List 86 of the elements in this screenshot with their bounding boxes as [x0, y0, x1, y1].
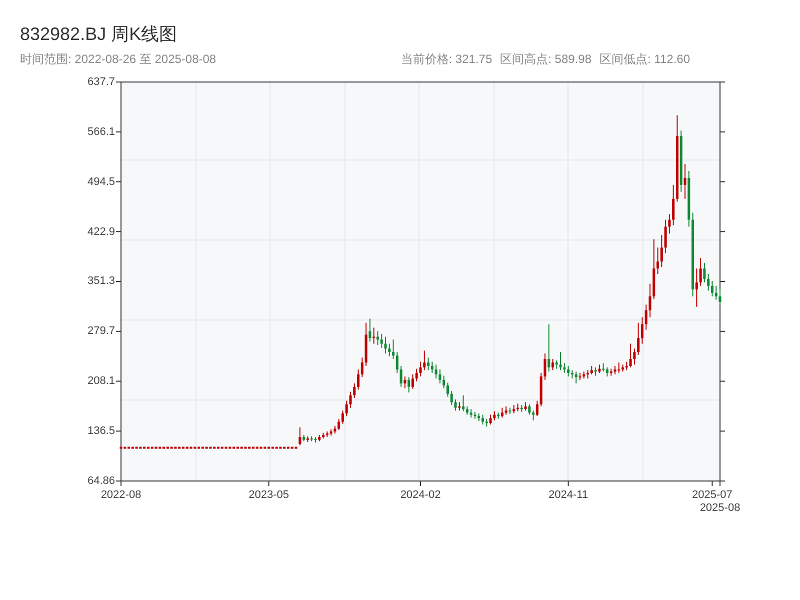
candlestick [446, 382, 449, 398]
candlestick [349, 391, 352, 408]
y-axis-label: 566.1 [87, 126, 115, 138]
candlestick [707, 274, 710, 292]
y-axis-label: 64.86 [87, 475, 115, 487]
candlestick [384, 336, 387, 354]
x-axis-label: 2024-02 [400, 489, 441, 501]
candlestick [338, 418, 340, 431]
candlestick [368, 318, 372, 342]
chart-title: 832982.BJ 周K线图 [20, 23, 178, 46]
candlestick [618, 362, 620, 374]
candlestick [493, 410, 496, 421]
candlestick [668, 214, 671, 234]
candlestick [404, 376, 406, 389]
candlestick [640, 316, 644, 344]
candlestick [664, 219, 667, 254]
candlestick [567, 365, 570, 377]
candlestick [648, 283, 652, 318]
candlestick [606, 366, 608, 377]
candlestick [415, 368, 418, 382]
candlestick [442, 375, 446, 389]
stat-text: 当前价格: 321.75 [400, 51, 492, 67]
candlestick [298, 426, 302, 446]
y-axis-label: 494.5 [87, 176, 115, 188]
candlestick [633, 348, 636, 366]
candlestick [699, 258, 702, 286]
candlestick [434, 364, 438, 380]
candlestick [450, 390, 453, 406]
candlestick [703, 262, 706, 283]
y-axis-label: 279.7 [87, 325, 115, 338]
x-axis-label: 2025-07 [692, 489, 732, 501]
stat-text: 区间低点: 112.60 [600, 51, 690, 67]
candlestick [660, 234, 663, 268]
candlestick [376, 330, 379, 346]
candlestick [392, 339, 395, 360]
candlestick [430, 361, 434, 374]
candlestick [629, 343, 632, 368]
candlestick [454, 398, 457, 412]
candlestick [438, 368, 442, 384]
candlestick [400, 365, 402, 388]
candlestick [396, 352, 398, 374]
candlestick [357, 368, 360, 390]
candlestick [380, 333, 383, 348]
candlestick [544, 352, 546, 380]
candlestick [345, 400, 348, 417]
candlestick [644, 304, 648, 330]
candlestick [637, 322, 640, 356]
candlestick [528, 404, 531, 416]
y-axis-label: 351.3 [87, 275, 115, 288]
x-axis-label: 2025-08 [700, 502, 740, 514]
y-axis-label: 422.9 [87, 226, 115, 238]
candlestick [714, 285, 718, 300]
candlestick [360, 357, 364, 378]
candlestick [684, 163, 686, 200]
candlestick [695, 268, 698, 308]
candlestick [481, 414, 484, 425]
candlestick [411, 374, 414, 390]
candlestick [548, 324, 550, 372]
candlestick [341, 410, 344, 424]
y-axis-label: 637.7 [87, 76, 115, 88]
candlestick [408, 376, 410, 393]
x-axis-label: 2022-08 [100, 489, 142, 501]
candlestick [718, 288, 722, 306]
candlestick [427, 357, 430, 371]
candlestick [563, 362, 566, 374]
candlestick [532, 410, 535, 421]
candlestick [536, 400, 538, 417]
candlestick [710, 280, 714, 297]
candlestick [388, 343, 391, 357]
candlestick [353, 382, 356, 399]
y-axis-label: 136.5 [87, 425, 115, 438]
candlestick [551, 358, 554, 371]
candlestick [559, 352, 562, 371]
x-axis-label: 2024-11 [548, 489, 588, 501]
candlestick [656, 247, 660, 275]
candlestick [500, 407, 504, 418]
candlestick [423, 350, 426, 371]
y-axis-label: 208.1 [87, 375, 115, 388]
candlestick [602, 362, 605, 372]
candlestick [672, 184, 675, 226]
candlestick [419, 361, 422, 377]
candlestick [489, 414, 492, 425]
candlestick [372, 327, 376, 344]
stat-text: 区间高点: 589.98 [500, 51, 592, 67]
x-axis-label: 2023-05 [248, 489, 289, 501]
date-range-text: 时间范围: 2022-08-26 至 2025-08-08 [20, 51, 216, 67]
